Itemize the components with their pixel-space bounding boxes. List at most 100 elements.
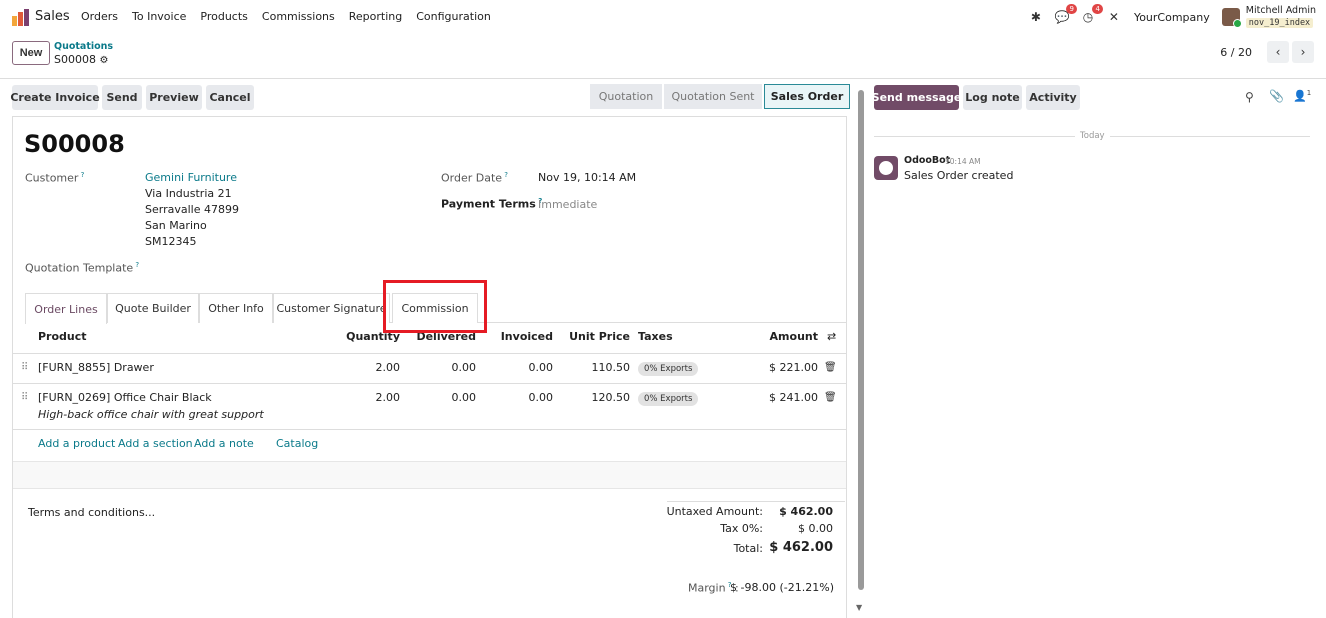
payment-terms-label-text: Payment Terms	[441, 197, 536, 211]
stage-quotation-sent[interactable]: Quotation Sent	[664, 84, 762, 109]
trash-icon[interactable]: 🗑	[824, 362, 837, 373]
menu-reporting[interactable]: Reporting	[349, 10, 402, 23]
user-menu[interactable]: Mitchell Admin nov_19_index	[1221, 5, 1316, 29]
log-note-button[interactable]: Log note	[963, 85, 1022, 110]
line-unit-price[interactable]: 110.50	[560, 361, 631, 374]
trash-icon[interactable]: 🗑	[824, 392, 837, 403]
line-delivered[interactable]: 0.00	[406, 391, 477, 404]
new-button[interactable]: New	[12, 41, 50, 65]
line-product[interactable]: [FURN_0269] Office Chair Black	[38, 391, 212, 404]
bug-icon[interactable]: ✱	[1028, 9, 1044, 25]
help-icon[interactable]: ?	[78, 171, 85, 179]
cancel-button[interactable]: Cancel	[206, 85, 254, 110]
previous-record-button[interactable]: ‹	[1267, 41, 1289, 63]
untaxed-value: $ 462.00	[779, 505, 833, 518]
divider	[13, 429, 846, 430]
tools-icon[interactable]: ✕	[1106, 9, 1122, 25]
divider	[667, 501, 845, 502]
followers-button[interactable]: 👤1	[1293, 89, 1311, 103]
activities-badge: 4	[1092, 4, 1103, 14]
customer-label-text: Customer	[25, 171, 79, 185]
add-note-link[interactable]: Add a note	[194, 437, 254, 450]
header-product[interactable]: Product	[38, 330, 87, 343]
systray: ✱ 💬 9 ◷ 4 ✕ YourCompany Mitchell Admin nov…	[1018, 4, 1316, 30]
stage-quotation[interactable]: Quotation	[590, 84, 662, 109]
order-date-value[interactable]: Nov 19, 10:14 AM	[538, 171, 636, 184]
help-icon[interactable]: ?	[133, 261, 139, 269]
message-author[interactable]: OdooBot	[904, 155, 950, 166]
breadcrumb-quotations[interactable]: Quotations	[54, 41, 113, 52]
help-icon[interactable]: ?	[502, 171, 508, 179]
status-bar: Quotation Quotation Sent Sales Order	[590, 84, 852, 109]
tax-value: $ 0.00	[798, 522, 833, 535]
order-date-label-text: Order Date	[441, 171, 503, 185]
pager-value[interactable]: 6 / 20	[1220, 46, 1252, 59]
bot-face-icon	[879, 161, 893, 175]
line-description[interactable]: High-back office chair with great suppor…	[38, 408, 264, 421]
stage-sales-order[interactable]: Sales Order	[764, 84, 850, 109]
line-quantity[interactable]: 2.00	[330, 361, 401, 374]
divider	[13, 383, 846, 384]
add-product-link[interactable]: Add a product	[38, 437, 115, 450]
menu-orders[interactable]: Orders	[81, 10, 118, 23]
line-invoiced: 0.00	[528, 391, 554, 404]
header-taxes[interactable]: Taxes	[638, 330, 673, 343]
record-title: S00008	[24, 130, 125, 158]
create-invoice-button[interactable]: Create Invoice	[10, 85, 100, 110]
line-quantity[interactable]: 2.00	[330, 391, 401, 404]
next-record-button[interactable]: ›	[1292, 41, 1314, 63]
header-unit-price[interactable]: Unit Price	[560, 330, 630, 343]
menu-commissions[interactable]: Commissions	[262, 10, 335, 23]
menu-products[interactable]: Products	[200, 10, 248, 23]
tab-other-info[interactable]: Other Info	[199, 293, 273, 323]
preview-button[interactable]: Preview	[146, 85, 202, 110]
app-name[interactable]: Sales	[35, 9, 70, 24]
line-amount: $ 221.00	[769, 361, 818, 374]
tab-customer-signature[interactable]: Customer Signature	[273, 293, 390, 323]
line-unit-price[interactable]: 120.50	[560, 391, 631, 404]
line-product[interactable]: [FURN_8855] Drawer	[38, 361, 154, 374]
payment-terms-field[interactable]: Immediate	[538, 198, 597, 211]
search-icon[interactable]: ⚲	[1245, 90, 1254, 104]
top-navbar: Sales Orders To Invoice Products Commiss…	[0, 0, 1326, 34]
company-switcher[interactable]: YourCompany	[1134, 11, 1210, 24]
drag-handle-icon[interactable]: ⠿	[21, 392, 28, 403]
date-separator: Today	[1075, 131, 1110, 141]
add-section-link[interactable]: Add a section	[118, 437, 193, 450]
database-name: nov_19_index	[1245, 18, 1314, 28]
send-button[interactable]: Send	[102, 85, 142, 110]
drag-handle-icon[interactable]: ⠿	[21, 362, 28, 373]
menu-configuration[interactable]: Configuration	[416, 10, 491, 23]
tax-tag[interactable]: 0% Exports	[638, 362, 699, 376]
optional-columns-icon[interactable]: ⇄	[827, 330, 836, 343]
header-invoiced[interactable]: Invoiced	[483, 330, 553, 343]
catalog-link[interactable]: Catalog	[276, 437, 318, 450]
paperclip-icon[interactable]: 📎	[1269, 89, 1284, 103]
scrollbar-thumb[interactable]	[858, 90, 864, 590]
header-amount[interactable]: Amount	[748, 330, 818, 343]
untaxed-label: Untaxed Amount:	[666, 505, 763, 518]
menu-to-invoice[interactable]: To Invoice	[132, 10, 186, 23]
customer-vat: SM12345	[145, 235, 197, 248]
activities-icon[interactable]: ◷ 4	[1080, 4, 1103, 25]
line-amount: $ 241.00	[769, 391, 818, 404]
customer-link[interactable]: Gemini Furniture	[145, 171, 237, 184]
commission-tab-highlight	[383, 280, 487, 333]
user-name: Mitchell Admin	[1245, 5, 1316, 16]
margin-value: $ -98.00 (-21.21%)	[730, 581, 834, 594]
send-message-button[interactable]: Send message	[872, 85, 961, 110]
line-delivered[interactable]: 0.00	[406, 361, 477, 374]
tab-order-lines[interactable]: Order Lines	[25, 293, 107, 324]
odoobot-avatar	[874, 156, 898, 180]
tax-tag[interactable]: 0% Exports	[638, 392, 699, 406]
gear-icon[interactable]: ⚙	[99, 55, 108, 66]
payment-terms-label: Payment Terms ?	[441, 197, 542, 211]
form-scrollbar[interactable]	[857, 80, 865, 618]
scroll-down-icon[interactable]: ▼	[856, 603, 862, 612]
activity-button[interactable]: Activity	[1026, 85, 1080, 110]
sales-app-icon[interactable]	[12, 9, 29, 26]
tab-quote-builder[interactable]: Quote Builder	[107, 293, 199, 323]
messages-icon[interactable]: 💬 9	[1054, 4, 1077, 25]
terms-field[interactable]: Terms and conditions...	[28, 506, 155, 519]
customer-label: Customer ?	[25, 171, 84, 185]
